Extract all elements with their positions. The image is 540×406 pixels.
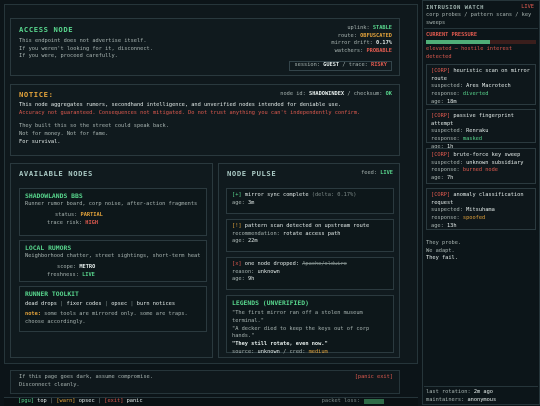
- intrusion-entry: [CORP] heuristic scan on mirror route su…: [426, 64, 536, 105]
- intrusion-title: INTRUSION WATCH: [426, 5, 485, 11]
- node-id: node id: SHADOWINDEX / checksum: OK: [280, 91, 392, 97]
- event-tag: [!]: [232, 223, 242, 229]
- key-pgu[interactable]: [pgu]: [18, 398, 34, 404]
- notice-line: They built this so the street could spea…: [19, 123, 169, 130]
- access-line: If you weren't looking for it, disconnec…: [19, 45, 153, 52]
- route-status: route: OBFUSCATED: [337, 32, 392, 39]
- panic-exit-button[interactable]: [panic exit]: [355, 374, 393, 382]
- packet-loss-bar: [364, 399, 384, 404]
- key-warn[interactable]: [warn]: [56, 398, 75, 404]
- intrusion-entry: [CORP] passive fingerprint attempt suspe…: [426, 109, 536, 150]
- maintainers: maintainers: anonymous: [426, 396, 497, 403]
- pressure-fill: [426, 40, 490, 44]
- key-exit[interactable]: [exit]: [104, 398, 123, 404]
- toolkit-link-opsec[interactable]: opsec: [111, 301, 127, 307]
- warning-line: Disconnect cleanly.: [19, 381, 80, 388]
- feed-status: feed: LIVE: [361, 170, 393, 176]
- notice-title: NOTICE:: [19, 90, 54, 99]
- event-tag: [x]: [232, 261, 242, 267]
- legends-title: LEGENDS (UNVERIFIED): [232, 299, 309, 307]
- notice-line: Not for money. Not for fame.: [19, 131, 109, 138]
- notice-panel: NOTICE: node id: SHADOWINDEX / checksum:…: [10, 84, 400, 156]
- intrusion-sub: corp probes / pattern scans / key sweeps: [426, 12, 532, 26]
- legend-source: source: unknown / cred: medium: [232, 348, 328, 355]
- toolkit-link-dead-drops[interactable]: dead drops: [25, 301, 57, 307]
- pulse-event: [!] pattern scan detected on upstream ro…: [226, 219, 394, 252]
- toolkit-note: note: some tools are mirrored only. some…: [25, 310, 188, 325]
- sidebar-foot: We adapt.: [426, 247, 455, 254]
- rumors-name: LOCAL RUMORS: [25, 244, 72, 252]
- access-title: ACCESS NODE: [19, 25, 74, 34]
- pressure-text: elevated — hostile interest detected: [426, 46, 513, 60]
- rumors-fresh: freshness: LIVE: [47, 271, 95, 278]
- pulse-event: [x] one node dropped: Apache/oldwire rea…: [226, 257, 394, 290]
- rumors-scope: scope: METRO: [57, 263, 96, 270]
- bbs-desc: Runner rumor board, corp noise, after-ac…: [25, 201, 198, 208]
- bbs-name: SHADOWLANDS BBS: [25, 192, 83, 200]
- node-pulse-title: NODE PULSE: [227, 169, 277, 178]
- access-node-panel: ACCESS NODE This endpoint does not adver…: [10, 18, 400, 76]
- legends-card: LEGENDS (UNVERIFIED) "The first mirror r…: [226, 295, 394, 355]
- available-nodes-panel: AVAILABLE NODES SHADOWLANDS BBS Runner r…: [10, 163, 213, 358]
- pressure-bar: [426, 40, 536, 44]
- rumors-desc: Neighborhood chatter, street sightings, …: [25, 253, 201, 260]
- access-line: If you were, proceed carefully.: [19, 53, 118, 60]
- node-pulse-panel: NODE PULSE feed: LIVE [+] mirror sync co…: [218, 163, 400, 358]
- last-rotation: last rotation: 2m ago: [426, 389, 493, 395]
- toolkit-link-fixer-codes[interactable]: fixer codes: [67, 301, 102, 307]
- notice-line: This node aggregates rumors, secondhand …: [19, 102, 342, 108]
- watchers-status: watchers: PROBABLE: [334, 48, 392, 55]
- drift-status: mirror drift: 0.17%: [331, 40, 392, 47]
- node-card-rumors[interactable]: LOCAL RUMORS Neighborhood chatter, stree…: [19, 240, 207, 282]
- pressure-label: CURRENT PRESSURE: [426, 32, 478, 38]
- node-card-toolkit[interactable]: RUNNER TOOLKIT dead drops | fixer codes …: [19, 286, 207, 332]
- warning-line: If this page goes dark, assume compromis…: [19, 374, 153, 380]
- bottom-warning-panel: If this page goes dark, assume compromis…: [10, 370, 400, 394]
- notice-warning: Accuracy not guaranteed. Consequences no…: [19, 109, 361, 116]
- access-line: This endpoint does not advertise itself.: [19, 38, 147, 44]
- toolkit-link-burn-notices[interactable]: burn notices: [137, 301, 175, 307]
- live-indicator: LIVE: [521, 4, 534, 10]
- toolkit-name: RUNNER TOOLKIT: [25, 290, 79, 298]
- sidebar-foot: They fail.: [426, 255, 458, 262]
- uplink-status: uplink: STABLE: [347, 25, 392, 31]
- legend-quote: "A decker died to keep the keys out of c…: [232, 325, 370, 340]
- node-card-bbs[interactable]: SHADOWLANDS BBS Runner rumor board, corp…: [19, 188, 207, 236]
- legend-quote: "The first mirror ran off a stolen museu…: [232, 310, 363, 324]
- bbs-status: status: PARTIAL: [55, 211, 103, 218]
- intrusion-entry: [CORP] anomaly classification request su…: [426, 188, 536, 230]
- notice-line: For survival.: [19, 138, 61, 145]
- bbs-trace: trace risk: HIGH: [47, 219, 99, 226]
- session-badge: session: GUEST / trace: RISKY: [289, 61, 392, 71]
- pulse-event: [+] mirror sync complete (delta: 0.17%) …: [226, 188, 394, 214]
- intrusion-entry: [CORP] brute-force key sweep suspected: …: [426, 148, 536, 184]
- legend-quote: "They still rotate, even now.": [232, 340, 328, 347]
- event-tag: [+]: [232, 192, 242, 198]
- available-nodes-title: AVAILABLE NODES: [19, 169, 93, 178]
- sidebar-foot: They probe.: [426, 240, 462, 246]
